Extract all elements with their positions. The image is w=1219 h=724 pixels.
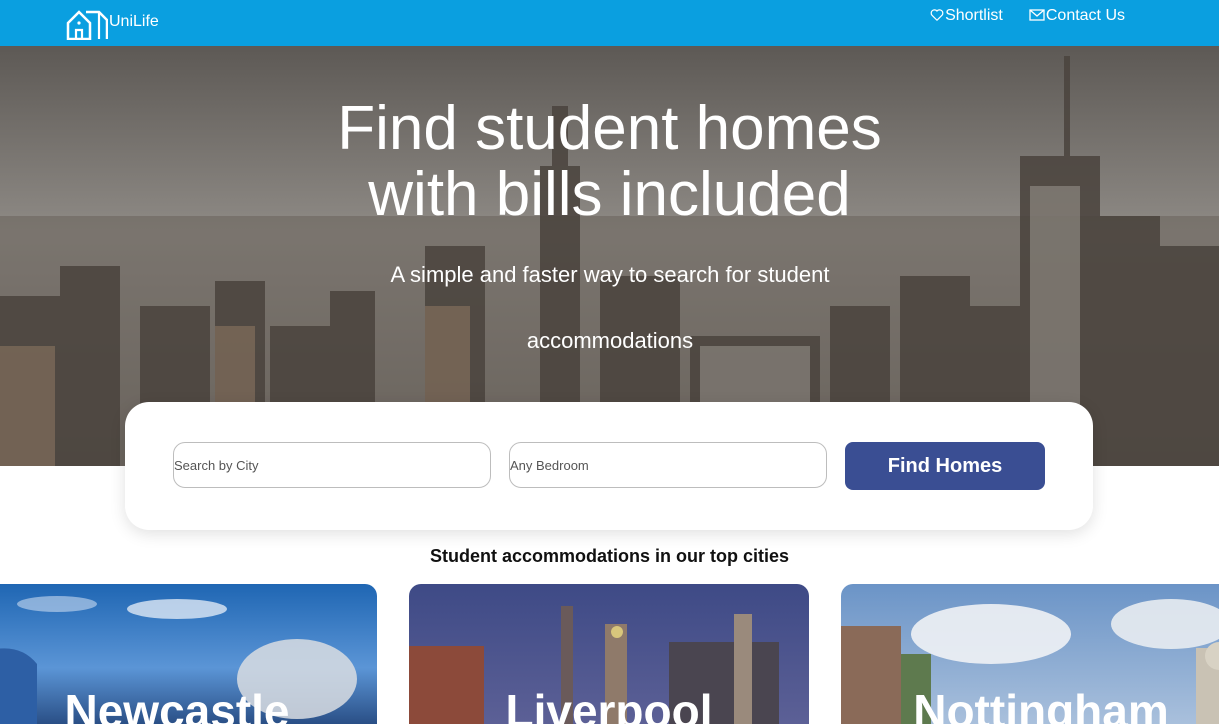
city-card-newcastle[interactable]: Newcastle	[0, 584, 377, 724]
top-cities-heading: Student accommodations in our top cities	[429, 546, 790, 566]
city-search-input[interactable]	[173, 442, 491, 488]
search-card: Find Homes	[125, 402, 1093, 530]
city-name: Liverpool	[505, 685, 713, 724]
brand-name: UniLife	[109, 13, 159, 30]
mail-icon	[1029, 9, 1045, 21]
heart-icon	[930, 9, 944, 21]
city-name: Nottingham	[913, 685, 1169, 724]
find-homes-button[interactable]: Find Homes	[845, 442, 1045, 490]
city-name: Newcastle	[64, 685, 290, 724]
shortlist-link[interactable]: Shortlist	[930, 7, 1003, 25]
contact-us-label: Contact Us	[1045, 7, 1125, 24]
header-nav: Shortlist Contact Us	[930, 7, 1125, 25]
hero-title: Find student homes with bills included	[0, 96, 1219, 228]
contact-us-link[interactable]: Contact Us	[1029, 7, 1125, 25]
hero-title-line-2: with bills included	[368, 160, 851, 229]
city-card-nottingham[interactable]: Nottingham	[841, 584, 1219, 724]
house-logo-icon	[66, 10, 108, 40]
shortlist-label: Shortlist	[945, 7, 1003, 24]
top-nav-bar: UniLife Shortlist Contact Us	[0, 0, 1219, 46]
city-card-liverpool[interactable]: Liverpool	[409, 584, 809, 724]
hero-title-line-1: Find student homes	[337, 94, 882, 163]
brand-logo[interactable]: UniLife	[66, 0, 159, 40]
hero-subtitle: A simple and faster way to search for st…	[390, 262, 830, 353]
bedroom-select[interactable]	[509, 442, 827, 488]
